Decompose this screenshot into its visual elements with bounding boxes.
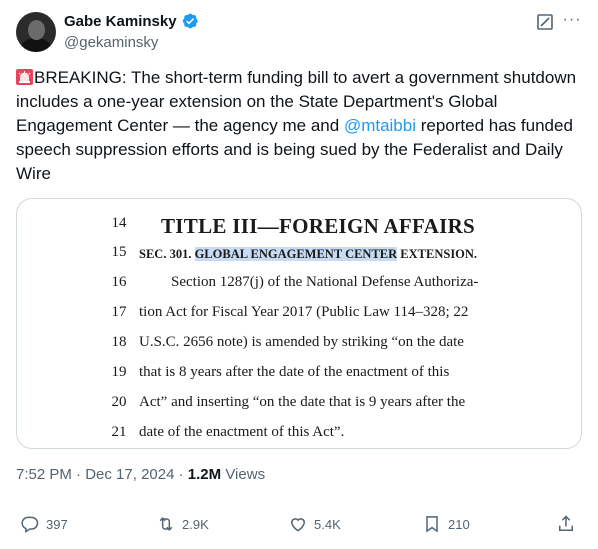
tweet-header: Gabe Kaminsky @gekaminsky ··· [16,10,582,56]
doc-text: Act” and inserting “on the date that is … [139,394,466,410]
doc-line-21: 21 date of the enactment of this Act”. [17,420,581,448]
meta-separator: · [71,466,86,483]
attached-image[interactable]: 14 TITLE III—FOREIGN AFFAIRS 15 SEC. 301… [16,198,582,449]
section-prefix: SEC. 301. [139,247,195,261]
reply-icon [21,516,39,533]
doc-title: TITLE III—FOREIGN AFFAIRS [161,214,476,238]
doc-line-17: 17 tion Act for Fiscal Year 2017 (Public… [17,300,581,330]
heart-icon [290,518,306,532]
doc-text: that is 8 years after the date of the en… [139,364,450,380]
tweet-time[interactable]: 7:52 PM [16,466,72,483]
line-number: 14 [111,215,127,231]
bookmark-count: 210 [448,516,470,532]
bill-excerpt: 14 TITLE III—FOREIGN AFFAIRS 15 SEC. 301… [17,199,581,448]
section-heading: SEC. 301. GLOBAL ENGAGEMENT CENTER EXTEN… [139,246,477,263]
rotating-light-icon [16,69,33,85]
views-count: 1.2M [187,466,222,483]
verified-badge-icon [182,13,198,29]
doc-line-16: 16 Section 1287(j) of the National Defen… [17,270,581,300]
line-number: 18 [111,334,127,350]
doc-line-19: 19 that is 8 years after the date of the… [17,360,581,390]
action-bar: 397 2.9K 5.4K 210 [16,512,582,536]
mention-link[interactable]: @mtaibbi [344,116,416,135]
doc-line-15: 15 SEC. 301. GLOBAL ENGAGEMENT CENTER EX… [17,240,581,270]
share-button[interactable] [556,512,576,536]
reply-button[interactable]: 397 [20,512,68,536]
tweet-date[interactable]: Dec 17, 2024 [85,466,174,483]
doc-line-18: 18 U.S.C. 2656 note) is amended by strik… [17,330,581,360]
more-options-icon[interactable]: ··· [562,12,582,30]
author-name-row: Gabe Kaminsky [64,12,199,30]
line-number: 16 [111,274,127,290]
like-count: 5.4K [314,516,341,532]
like-button[interactable]: 5.4K [288,512,341,536]
doc-text: date of the enactment of this Act”. [139,424,345,440]
doc-text: tion Act for Fiscal Year 2017 (Public La… [139,304,469,320]
tweet-text: BREAKING: The short-term funding bill to… [16,66,582,186]
doc-text: Section 1287(j) of the National Defense … [171,274,479,290]
repost-icon [159,517,173,531]
line-number: 17 [111,304,127,320]
reply-count: 397 [46,516,68,532]
highlighted-text: GLOBAL ENGAGEMENT CENTER [194,247,398,261]
doc-text: U.S.C. 2656 note) is amended by striking… [139,334,464,350]
author-handle[interactable]: @gekaminsky [64,34,158,51]
doc-line-14: 14 TITLE III—FOREIGN AFFAIRS [17,205,581,238]
doc-line-20: 20 Act” and inserting “on the date that … [17,390,581,420]
avatar[interactable] [16,12,56,52]
meta-separator: · [174,466,188,483]
bookmark-icon [426,516,438,533]
grok-icon[interactable] [536,13,554,31]
author-display-name[interactable]: Gabe Kaminsky [64,13,177,30]
tweet-meta: 7:52 PM · Dec 17, 2024 · 1.2M Views [16,466,265,483]
line-number: 15 [111,244,127,260]
repost-count: 2.9K [182,516,209,532]
views-label: Views [221,466,266,483]
bookmark-button[interactable]: 210 [422,512,470,536]
line-number: 19 [111,364,127,380]
line-number: 21 [111,424,127,440]
line-number: 20 [111,394,127,410]
repost-button[interactable]: 2.9K [156,512,209,536]
section-suffix: EXTENSION. [397,247,478,261]
share-icon [559,515,573,531]
